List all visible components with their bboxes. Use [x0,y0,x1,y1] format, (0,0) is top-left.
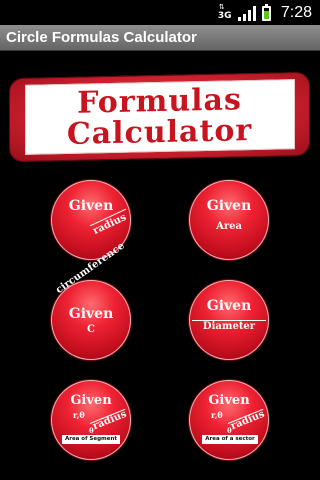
sector-vars-label: r,θ [211,410,223,420]
diameter-label: Diameter [202,321,256,332]
banner-line-2: Calculator [66,113,253,152]
given-circumference-button[interactable]: circumference Given C [51,240,131,360]
given-sector-button[interactable]: Given r,θ radius θ Area of a sector [189,380,269,460]
segment-area-label: Area of Segment [62,435,120,444]
sector-theta-label: θ [227,426,232,435]
segment-theta-label: θ [89,426,94,435]
app-title: Circle Formulas Calculator [6,29,197,46]
circumference-c-label: C [87,324,95,335]
sector-area-label: Area of a sector [202,435,258,444]
status-bar: ⇅ 3G 7:28 [0,0,320,25]
area-label: Area [216,221,242,232]
given-area-button[interactable]: Given Area [189,180,269,260]
given-segment-button[interactable]: Given r,θ radius θ Area of Segment [51,380,131,460]
battery-icon [261,3,271,21]
given-diameter-button[interactable]: Given Diameter [189,280,269,360]
given-label: Given [206,298,252,314]
title-bar: Circle Formulas Calculator [0,25,320,51]
status-icons: ⇅ 3G 7:28 [217,2,312,22]
banner-inner-box: Formulas Calculator [24,79,295,155]
status-clock: 7:28 [280,3,312,21]
given-label: Given [70,393,112,408]
given-label: Given [208,393,250,408]
signal-strength-icon [237,5,256,21]
segment-vars-label: r,θ [73,410,85,420]
network-type: 3G [217,10,232,21]
network-3g-icon: ⇅ 3G [217,2,232,21]
given-label: Given [68,306,114,322]
formulas-calculator-banner: Formulas Calculator [9,71,310,163]
given-label: Given [206,198,252,214]
